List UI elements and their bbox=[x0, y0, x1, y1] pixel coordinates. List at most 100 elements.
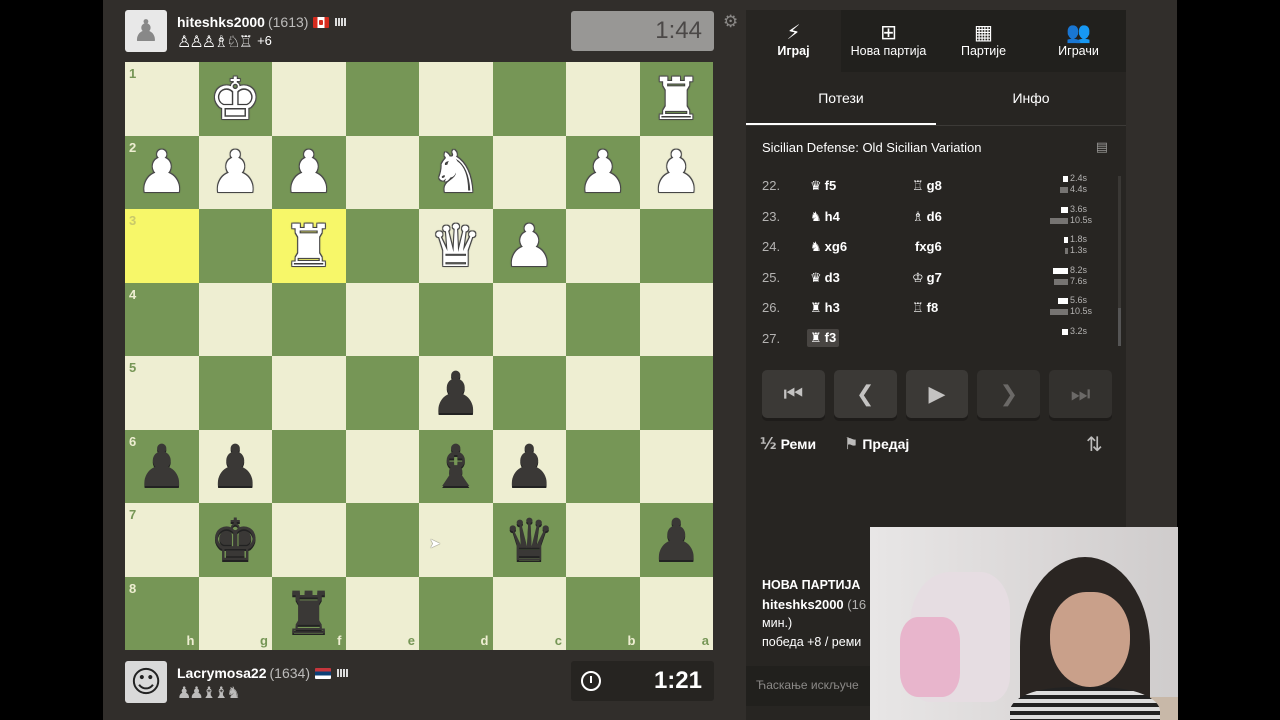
board-square[interactable] bbox=[639, 429, 713, 503]
board-square[interactable]: ♛ bbox=[419, 209, 493, 283]
board-square[interactable] bbox=[272, 429, 346, 503]
board-square[interactable]: e bbox=[345, 576, 419, 650]
resign-button[interactable]: ⚑ Предај bbox=[844, 434, 921, 453]
white-move[interactable]: ♛ f5 bbox=[810, 178, 836, 194]
board-square[interactable]: g bbox=[198, 576, 272, 650]
board-square[interactable]: 2 ♟ bbox=[125, 135, 199, 209]
board-square[interactable] bbox=[345, 62, 419, 136]
top-player-name[interactable]: hiteshks2000 bbox=[177, 14, 265, 30]
board-square[interactable]: ♜ bbox=[639, 62, 713, 136]
black-pawn-piece[interactable]: ♟ bbox=[430, 364, 482, 422]
black-bishop-piece[interactable]: ♝ bbox=[430, 437, 482, 495]
board-square[interactable] bbox=[198, 282, 272, 356]
board-square[interactable] bbox=[492, 135, 566, 209]
white-move[interactable]: ♞ xg6 bbox=[810, 239, 847, 255]
board-square[interactable]: d bbox=[419, 576, 493, 650]
black-move[interactable]: ♔ g7 bbox=[912, 270, 942, 286]
board-square[interactable] bbox=[566, 62, 640, 136]
board-square[interactable] bbox=[419, 282, 493, 356]
tab-info[interactable]: Инфо bbox=[936, 72, 1126, 126]
white-pawn-piece[interactable]: ♟ bbox=[136, 143, 188, 201]
play-button[interactable]: ▶ bbox=[905, 370, 969, 418]
board-square[interactable] bbox=[566, 282, 640, 356]
board-square[interactable]: f ♜ bbox=[272, 576, 346, 650]
board-square[interactable] bbox=[419, 62, 493, 136]
board-square[interactable]: ♟ bbox=[639, 503, 713, 577]
board-square[interactable] bbox=[272, 356, 346, 430]
move-list-scrollbar[interactable] bbox=[1118, 176, 1121, 346]
black-move[interactable]: ♖ f8 bbox=[912, 300, 938, 316]
board-square[interactable]: ♟ bbox=[272, 135, 346, 209]
board-square[interactable]: ♟ bbox=[566, 135, 640, 209]
flip-board-icon[interactable]: ⇅ bbox=[1086, 432, 1103, 456]
white-pawn-piece[interactable]: ♟ bbox=[577, 143, 629, 201]
board-square[interactable] bbox=[566, 429, 640, 503]
black-queen-piece[interactable]: ♛ bbox=[503, 511, 555, 569]
board-square[interactable] bbox=[639, 356, 713, 430]
board-square[interactable] bbox=[272, 282, 346, 356]
board-square[interactable] bbox=[566, 503, 640, 577]
board-square[interactable]: ♟ bbox=[639, 135, 713, 209]
black-pawn-piece[interactable]: ♟ bbox=[136, 437, 188, 495]
bottom-player-avatar[interactable]: ☺ bbox=[125, 661, 167, 703]
nav-games[interactable]: ▦ Партије bbox=[936, 10, 1031, 72]
board-square[interactable]: 3 bbox=[125, 209, 199, 283]
board-square[interactable] bbox=[639, 209, 713, 283]
board-square[interactable]: 1 bbox=[125, 62, 199, 136]
board-square[interactable] bbox=[639, 282, 713, 356]
board-square[interactable]: 8h bbox=[125, 576, 199, 650]
board-square[interactable] bbox=[345, 429, 419, 503]
board-square[interactable]: 7 bbox=[125, 503, 199, 577]
board-square[interactable]: ♞ bbox=[419, 135, 493, 209]
white-pawn-piece[interactable]: ♟ bbox=[283, 143, 335, 201]
board-square[interactable]: ♚ bbox=[198, 503, 272, 577]
board-square[interactable] bbox=[198, 209, 272, 283]
last-move-button[interactable]: ⏭ bbox=[1049, 370, 1112, 418]
board-square[interactable] bbox=[345, 503, 419, 577]
board-square[interactable]: b bbox=[566, 576, 640, 650]
board-square[interactable] bbox=[345, 135, 419, 209]
nav-players[interactable]: 👥 Играчи bbox=[1031, 10, 1126, 72]
board-square[interactable]: ♟ bbox=[492, 429, 566, 503]
bottom-player-name[interactable]: Lacrymosa22 bbox=[177, 665, 267, 681]
white-move[interactable]: ♞ h4 bbox=[810, 209, 840, 225]
white-pawn-piece[interactable]: ♟ bbox=[650, 143, 702, 201]
white-move[interactable]: ♛ d3 bbox=[810, 270, 840, 286]
board-square[interactable]: ♚ bbox=[198, 62, 272, 136]
white-rook-piece[interactable]: ♜ bbox=[283, 217, 335, 275]
black-pawn-piece[interactable]: ♟ bbox=[650, 511, 702, 569]
chess-board[interactable]: 1 ♚ ♜ 2 ♟ ♟ ♟ ♞ ♟ ♟ 3 ♜ ♛ ♟ 4 5 ♟ 6 ♟ ♟ ♝ ♟ 7 ♚ ♛ ♟ 8 h g f ♜ e d c b a bbox=[125, 62, 713, 650]
board-square[interactable]: a bbox=[639, 576, 713, 650]
board-square[interactable]: ♛ bbox=[492, 503, 566, 577]
black-move[interactable]: ♗ d6 bbox=[912, 209, 942, 225]
board-square[interactable] bbox=[272, 503, 346, 577]
board-square[interactable] bbox=[198, 356, 272, 430]
board-square[interactable] bbox=[492, 356, 566, 430]
book-icon[interactable]: ▤ bbox=[1096, 140, 1108, 155]
board-square[interactable]: 4 bbox=[125, 282, 199, 356]
board-square[interactable] bbox=[566, 356, 640, 430]
white-move[interactable]: ♜ h3 bbox=[810, 300, 840, 316]
first-move-button[interactable]: ⏮ bbox=[762, 370, 825, 418]
white-knight-piece[interactable]: ♞ bbox=[430, 143, 482, 201]
next-move-button[interactable]: ❯ bbox=[977, 370, 1041, 418]
draw-button[interactable]: ½ Реми bbox=[760, 434, 828, 453]
black-move[interactable]: ♖ g8 bbox=[912, 178, 942, 194]
nav-new-game[interactable]: ⊞ Нова партија bbox=[841, 10, 936, 72]
white-pawn-piece[interactable]: ♟ bbox=[503, 217, 555, 275]
black-pawn-piece[interactable]: ♟ bbox=[503, 437, 555, 495]
board-square[interactable]: ♝ bbox=[419, 429, 493, 503]
board-square[interactable]: 5 bbox=[125, 356, 199, 430]
new-game-player-name[interactable]: hiteshks2000 bbox=[762, 597, 844, 612]
black-rook-piece[interactable]: ♜ bbox=[283, 584, 335, 642]
board-square[interactable] bbox=[345, 209, 419, 283]
board-square[interactable] bbox=[492, 282, 566, 356]
board-square[interactable]: ♟ bbox=[198, 135, 272, 209]
board-square[interactable]: ♟ bbox=[198, 429, 272, 503]
gear-icon[interactable]: ⚙ bbox=[723, 12, 738, 32]
white-rook-piece[interactable]: ♜ bbox=[650, 70, 702, 128]
board-square[interactable] bbox=[272, 62, 346, 136]
tab-moves[interactable]: Потези bbox=[746, 72, 936, 126]
board-square[interactable] bbox=[345, 282, 419, 356]
previous-move-button[interactable]: ❮ bbox=[833, 370, 897, 418]
